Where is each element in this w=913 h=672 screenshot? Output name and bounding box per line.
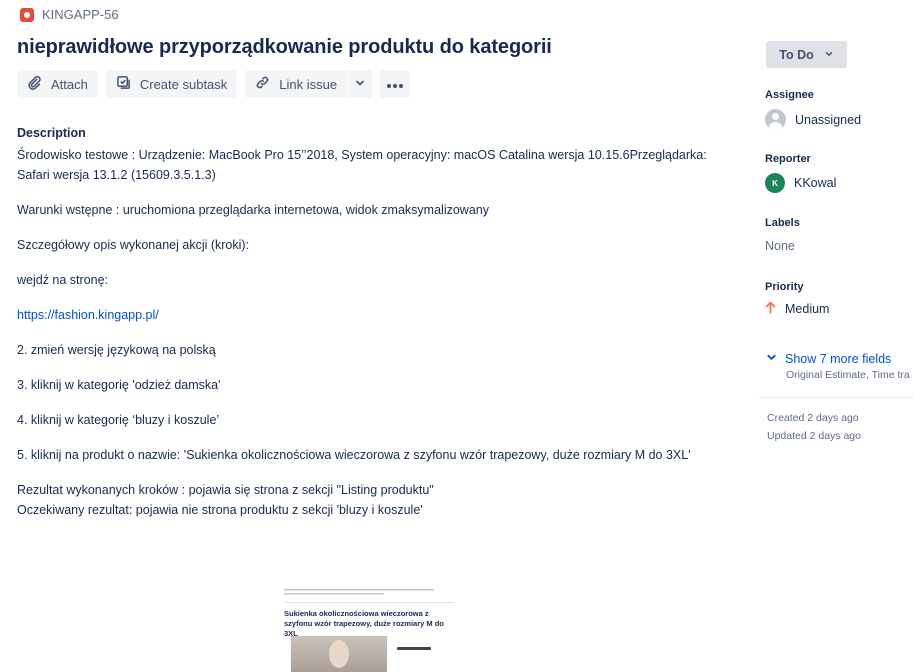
chevron-down-icon xyxy=(354,77,366,92)
attachment-product-photo xyxy=(291,636,387,672)
bug-icon xyxy=(20,7,34,22)
attachment-breadcrumb-lines xyxy=(282,584,454,600)
description-steps-intro: Szczegółowy opis wykonanej akcji (kroki)… xyxy=(17,238,250,252)
description-url-link[interactable]: https://fashion.kingapp.pl/ xyxy=(17,308,159,322)
description-expected: Oczekiwany rezultat: pojawia nie strona … xyxy=(17,503,423,517)
issue-key-breadcrumb[interactable]: KINGAPP-56 xyxy=(20,7,119,22)
arrow-up-icon xyxy=(765,301,776,317)
subtask-icon xyxy=(116,75,131,93)
issue-title[interactable]: nieprawidłowe przyporządkowanie produktu… xyxy=(17,36,552,59)
link-issue-button[interactable]: Link issue xyxy=(245,70,348,98)
description-result: Rezultat wykonanych kroków : pojawia się… xyxy=(17,483,434,497)
description-step-4: 4. kliknij w kategorię ‘bluzy i koszule’ xyxy=(17,413,220,427)
priority-field[interactable]: Medium xyxy=(765,301,829,317)
description-section: Description Środowisko testowe : Urządze… xyxy=(17,123,737,520)
description-preconditions: Warunki wstępne : uruchomiona przeglądar… xyxy=(17,203,489,217)
attachment-text-line xyxy=(397,647,431,650)
chevron-down-icon xyxy=(824,48,834,62)
assignee-label: Assignee xyxy=(765,89,814,101)
attachment-thumbnail[interactable]: Sukienka okolicznościowa wieczorowa z sz… xyxy=(282,584,454,672)
assignee-field[interactable]: Unassigned xyxy=(765,109,861,130)
reporter-field[interactable]: K KKowal xyxy=(765,173,836,193)
status-button[interactable]: To Do xyxy=(766,41,847,68)
unassigned-avatar-icon xyxy=(765,109,786,130)
link-issue-label: Link issue xyxy=(279,76,338,92)
priority-label: Priority xyxy=(765,281,804,293)
updated-timestamp: Updated 2 days ago xyxy=(767,430,861,442)
link-icon xyxy=(255,75,270,93)
description-step-3: 3. kliknij w kategorię 'odzież damska' xyxy=(17,378,221,392)
status-label: To Do xyxy=(779,47,814,62)
show-more-fields-button[interactable]: Show 7 more fields xyxy=(766,352,891,366)
description-heading: Description xyxy=(17,126,86,140)
create-subtask-button[interactable]: Create subtask xyxy=(105,70,238,98)
create-subtask-label: Create subtask xyxy=(139,76,228,92)
more-fields-summary: Original Estimate, Time tra xyxy=(786,369,910,381)
reporter-label: Reporter xyxy=(765,153,811,165)
more-horizontal-icon xyxy=(386,77,404,92)
description-env-line1: Środowisko testowe : Urządzenie: MacBook… xyxy=(17,148,707,162)
description-step-2: 2. zmień wersję językową na polską xyxy=(17,343,216,357)
reporter-value: KKowal xyxy=(794,176,837,190)
created-timestamp: Created 2 days ago xyxy=(767,412,859,424)
link-issue-dropdown-button[interactable] xyxy=(348,70,373,98)
description-env-line2: Safari wersja 13.1.2 (15609.3.5.1.3) xyxy=(17,168,216,182)
priority-value: Medium xyxy=(785,302,830,316)
link-issue-group: Link issue xyxy=(245,70,373,98)
labels-label: Labels xyxy=(765,217,800,229)
issue-key[interactable]: KINGAPP-56 xyxy=(42,7,119,22)
chevron-down-icon xyxy=(766,352,777,366)
assignee-value: Unassigned xyxy=(795,112,862,127)
issue-toolbar: Attach Create subtask Link issue xyxy=(17,70,411,98)
show-more-fields-label: Show 7 more fields xyxy=(785,352,892,366)
description-step-1: wejdź na stronę: xyxy=(17,273,109,287)
issue-sidebar: To Do Assignee Unassigned Reporter K KKo… xyxy=(758,0,913,672)
attach-button[interactable]: Attach xyxy=(17,70,98,98)
description-step-5: 5. kliknij na produkt o nazwie: 'Sukienk… xyxy=(17,448,691,462)
sidebar-divider xyxy=(758,397,913,398)
more-actions-button[interactable] xyxy=(380,70,411,98)
attach-label: Attach xyxy=(51,76,88,92)
labels-value[interactable]: None xyxy=(765,239,795,253)
attachment-product-title: Sukienka okolicznościowa wieczorowa z sz… xyxy=(284,609,444,638)
reporter-avatar: K xyxy=(765,173,785,193)
paperclip-icon xyxy=(27,75,42,93)
